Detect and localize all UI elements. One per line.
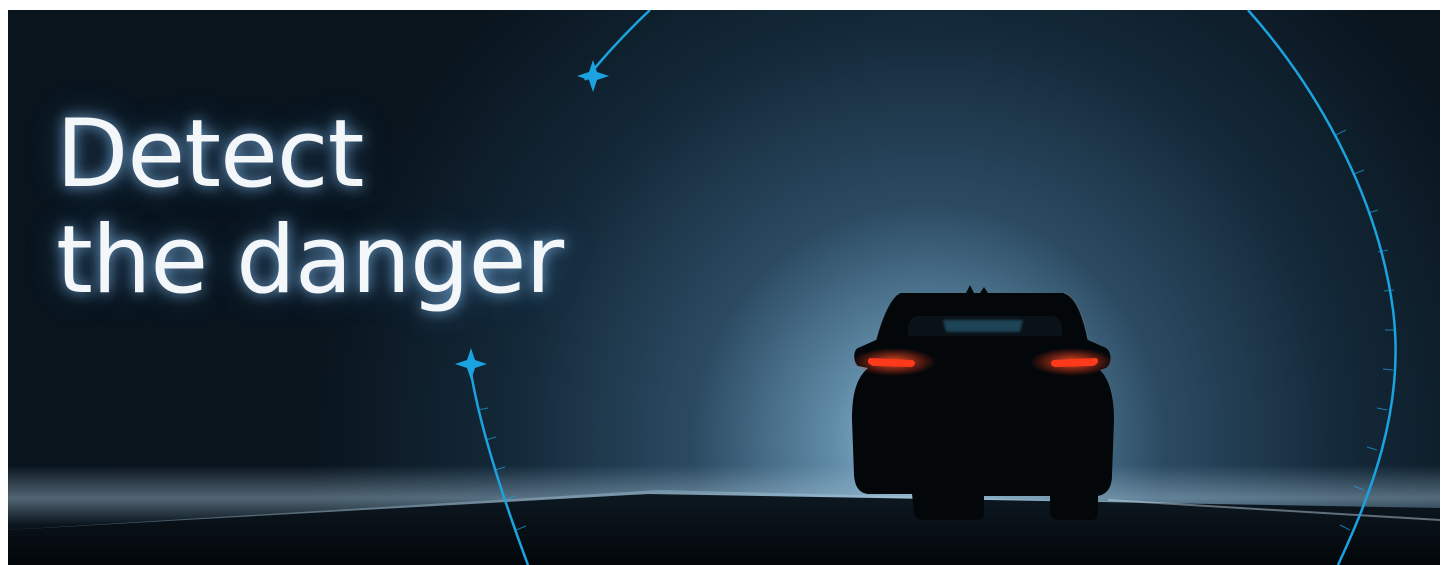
headline: Detect the danger xyxy=(56,100,564,315)
car-silhouette xyxy=(852,285,1114,520)
headline-line-2: the danger xyxy=(56,206,564,315)
hero-banner: Detect the danger xyxy=(8,10,1440,565)
headline-line-1: Detect xyxy=(56,100,364,209)
